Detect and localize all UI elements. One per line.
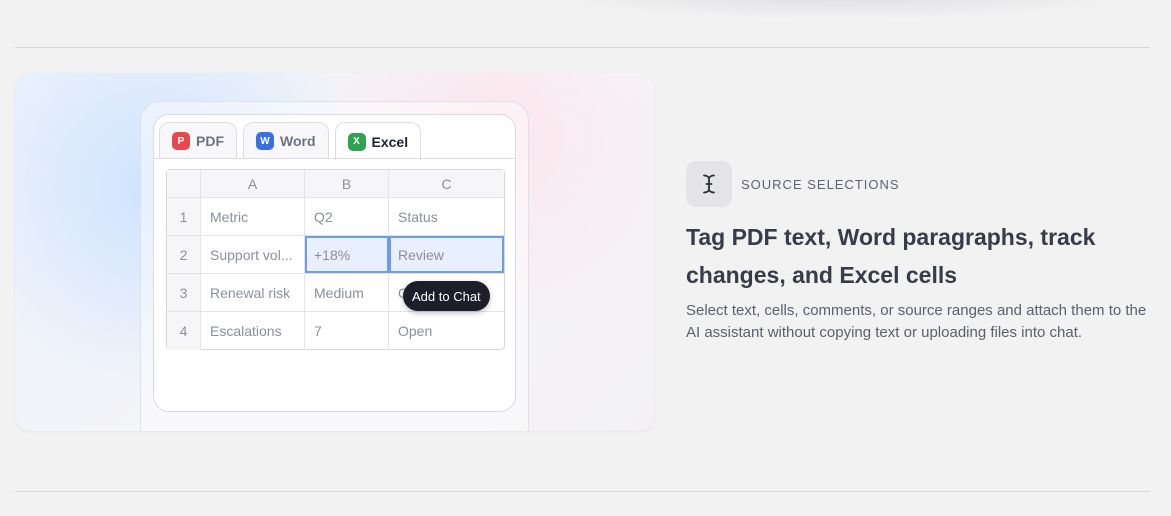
row-number[interactable]: 4 xyxy=(167,312,201,350)
column-header[interactable]: C xyxy=(389,170,504,197)
divider-bottom xyxy=(15,491,1150,492)
row-number[interactable]: 1 xyxy=(167,198,201,235)
table-cell[interactable]: Status xyxy=(389,198,504,235)
spreadsheet: A B C 1 Metric Q2 Status 2 Support vol..… xyxy=(166,169,505,350)
tab-label: Word xyxy=(280,133,316,149)
feature-header: SOURCE SELECTIONS xyxy=(686,161,1156,207)
table-cell[interactable]: Renewal risk xyxy=(201,274,305,311)
feature-section: SOURCE SELECTIONS Tag PDF text, Word par… xyxy=(686,161,1156,344)
document-viewer: P PDF W Word X Excel A B C 1 Metric Q2 S… xyxy=(153,114,516,412)
tab-pdf[interactable]: P PDF xyxy=(159,122,237,159)
column-header[interactable]: A xyxy=(201,170,305,197)
table-cell[interactable]: Medium xyxy=(305,274,389,311)
word-icon: W xyxy=(256,132,274,150)
hero-card: P PDF W Word X Excel A B C 1 Metric Q2 S… xyxy=(15,73,654,431)
excel-icon: X xyxy=(347,132,366,151)
page: P PDF W Word X Excel A B C 1 Metric Q2 S… xyxy=(0,0,1171,516)
text-cursor-icon xyxy=(686,161,732,207)
table-cell[interactable]: Escalations xyxy=(201,312,305,350)
section-eyebrow: SOURCE SELECTIONS xyxy=(741,176,900,192)
row-number[interactable]: 2 xyxy=(167,236,201,273)
feature-title: Tag PDF text, Word paragraphs, track cha… xyxy=(686,224,1096,288)
tab-word[interactable]: W Word xyxy=(243,122,329,159)
pdf-icon: P xyxy=(172,132,190,150)
document-frame: P PDF W Word X Excel A B C 1 Metric Q2 S… xyxy=(140,101,529,431)
add-to-chat-button[interactable]: Add to Chat xyxy=(403,281,490,311)
top-glow xyxy=(520,0,1160,20)
table-row: 4 Escalations 7 Open xyxy=(167,312,504,350)
selected-cell[interactable]: +18% xyxy=(305,236,389,273)
tab-excel[interactable]: X Excel xyxy=(334,122,422,160)
table-cell[interactable]: Metric xyxy=(201,198,305,235)
table-cell[interactable]: Support vol... xyxy=(201,236,305,273)
column-header[interactable]: B xyxy=(305,170,389,197)
file-tabs: P PDF W Word X Excel xyxy=(159,122,422,160)
tab-label: PDF xyxy=(196,133,224,149)
feature-description: Select text, cells, comments, or source … xyxy=(686,302,1147,341)
tabs-underline xyxy=(154,158,515,159)
divider-top xyxy=(15,47,1150,48)
table-row: 1 Metric Q2 Status xyxy=(167,198,504,236)
column-header-row: A B C xyxy=(167,170,504,198)
corner-cell xyxy=(167,170,201,197)
selected-cell[interactable]: Review xyxy=(389,236,504,273)
table-cell[interactable]: Open xyxy=(389,312,504,350)
table-cell[interactable]: 7 xyxy=(305,312,389,350)
table-row: 2 Support vol... +18% Review xyxy=(167,236,504,274)
table-cell[interactable]: Q2 xyxy=(305,198,389,235)
row-number[interactable]: 3 xyxy=(167,274,201,311)
tab-label: Excel xyxy=(371,133,409,150)
